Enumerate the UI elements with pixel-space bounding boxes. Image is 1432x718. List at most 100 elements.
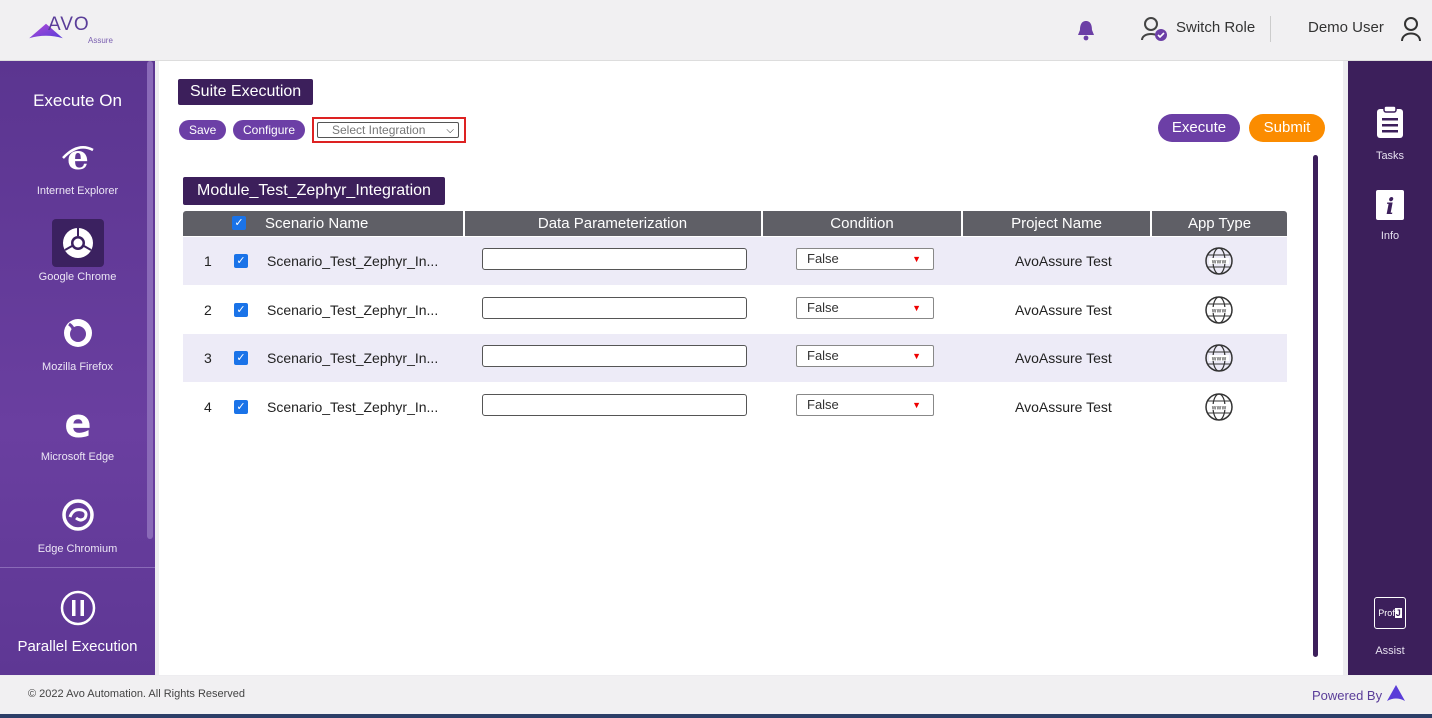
- browser-microsoft-edge[interactable]: e Microsoft Edge: [0, 399, 155, 463]
- submit-button[interactable]: Submit: [1249, 114, 1325, 142]
- table-row: 2 ✓ Scenario_Test_Zephyr_In... False ▼ A…: [183, 286, 1287, 334]
- svg-text:www: www: [1212, 356, 1227, 363]
- table-row: 4 ✓ Scenario_Test_Zephyr_In... False ▼ A…: [183, 383, 1287, 431]
- browser-internet-explorer[interactable]: e Internet Explorer: [0, 133, 155, 197]
- web-globe-icon: www: [1205, 344, 1233, 372]
- module-name: Module_Test_Zephyr_Integration: [183, 177, 445, 205]
- dropdown-arrow-icon: ▼: [912, 400, 921, 410]
- logo-subtext: Assure: [88, 36, 113, 45]
- column-header-scenario: Scenario Name: [265, 215, 369, 232]
- logo-text: AVO: [48, 14, 90, 35]
- internet-explorer-icon: e: [52, 133, 104, 181]
- execute-on-title: Execute On: [33, 91, 122, 110]
- condition-select[interactable]: False ▼: [796, 345, 934, 367]
- edge-icon: e: [52, 399, 104, 447]
- dropdown-arrow-icon: ▼: [912, 351, 921, 361]
- parallel-execution-label: Parallel Execution: [17, 638, 138, 655]
- row-number: 1: [204, 253, 212, 269]
- browser-label: Microsoft Edge: [40, 451, 115, 463]
- column-header-app-type: App Type: [1187, 215, 1252, 232]
- svg-text:e: e: [67, 138, 89, 176]
- save-button[interactable]: Save: [179, 120, 227, 140]
- row-checkbox[interactable]: ✓: [234, 351, 248, 365]
- row-number: 2: [204, 302, 212, 318]
- browser-label: Edge Chromium: [37, 543, 118, 555]
- powered-by-text: Powered By: [1312, 688, 1383, 703]
- switch-role-icon[interactable]: [1140, 16, 1168, 42]
- right-sidebar: Tasks i Info ProfJ Assist: [1348, 61, 1432, 675]
- top-header: AVO Assure Switch Role Demo User: [0, 0, 1432, 61]
- web-globe-icon: www: [1205, 247, 1233, 275]
- project-name: AvoAssure Test: [1015, 350, 1112, 366]
- main-panel: Suite Execution Save Configure Select In…: [159, 61, 1343, 675]
- chevron-down-icon: ⌵: [446, 125, 454, 136]
- browser-label: Mozilla Firefox: [42, 361, 113, 373]
- svg-text:www: www: [1212, 308, 1227, 315]
- dropdown-arrow-icon: ▼: [912, 254, 921, 264]
- copyright-text: © 2022 Avo Automation. All Rights Reserv…: [28, 688, 246, 700]
- sidebar-divider: [0, 567, 155, 568]
- assist-button[interactable]: ProfJ Assist: [1348, 597, 1432, 657]
- integration-highlight: Select Integration ⌵: [312, 117, 466, 143]
- integration-placeholder: Select Integration: [332, 123, 426, 137]
- browser-label: Internet Explorer: [36, 185, 119, 197]
- avo-logo-small-icon: [1387, 685, 1405, 701]
- user-name[interactable]: Demo User: [1308, 19, 1384, 36]
- data-param-input[interactable]: [482, 345, 747, 367]
- scenario-name[interactable]: Scenario_Test_Zephyr_In...: [267, 334, 438, 382]
- chrome-icon: [51, 219, 104, 267]
- column-header-project: Project Name: [963, 211, 1152, 236]
- row-number: 3: [204, 350, 212, 366]
- content-scrollbar[interactable]: [1313, 155, 1318, 657]
- info-button[interactable]: i Info: [1348, 189, 1432, 242]
- row-checkbox[interactable]: ✓: [234, 303, 248, 317]
- pause-circle-icon: [60, 590, 95, 626]
- table-row: 1 ✓ Scenario_Test_Zephyr_In... False ▼ A…: [183, 237, 1287, 285]
- condition-select[interactable]: False ▼: [796, 248, 934, 270]
- condition-value: False: [807, 397, 839, 412]
- data-param-input[interactable]: [482, 394, 747, 416]
- info-label: Info: [1380, 230, 1400, 242]
- switch-role-button[interactable]: Switch Role: [1176, 19, 1255, 36]
- tasks-button[interactable]: Tasks: [1348, 105, 1432, 162]
- edge-chromium-icon: [52, 491, 104, 539]
- condition-value: False: [807, 251, 839, 266]
- prof-j-icon: ProfJ: [1374, 597, 1406, 629]
- svg-text:www: www: [1212, 405, 1227, 412]
- row-number: 4: [204, 399, 212, 415]
- info-icon: i: [1376, 190, 1404, 220]
- select-integration-dropdown[interactable]: Select Integration ⌵: [317, 122, 459, 138]
- column-header: Scenario Name: [183, 211, 465, 236]
- browser-mozilla-firefox[interactable]: Mozilla Firefox: [0, 309, 155, 373]
- parallel-execution-button[interactable]: [0, 589, 155, 632]
- project-name: AvoAssure Test: [1015, 253, 1112, 269]
- assist-badge-text: Prof: [1378, 608, 1395, 618]
- notification-bell-icon[interactable]: [1076, 19, 1096, 41]
- page-title: Suite Execution: [178, 79, 314, 105]
- user-profile-icon[interactable]: [1400, 16, 1422, 42]
- svg-text:i: i: [1386, 194, 1394, 220]
- row-checkbox[interactable]: ✓: [234, 254, 248, 268]
- assist-label: Assist: [1375, 645, 1405, 657]
- scenario-name[interactable]: Scenario_Test_Zephyr_In...: [267, 383, 438, 431]
- header-divider: [1270, 16, 1271, 42]
- configure-button[interactable]: Configure: [233, 120, 306, 140]
- browser-label: Google Chrome: [38, 271, 117, 283]
- table-header: ✓ Scenario Name Data Parameterization Co…: [183, 211, 1287, 236]
- scenario-name[interactable]: Scenario_Test_Zephyr_In...: [267, 286, 438, 334]
- data-param-input[interactable]: [482, 248, 747, 270]
- row-checkbox[interactable]: ✓: [234, 400, 248, 414]
- column-header-data-param: Data Parameterization: [464, 211, 763, 236]
- condition-value: False: [807, 300, 839, 315]
- browser-edge-chromium[interactable]: Edge Chromium: [0, 491, 155, 555]
- execute-button[interactable]: Execute: [1158, 114, 1240, 142]
- web-globe-icon: www: [1205, 393, 1233, 421]
- scenario-name[interactable]: Scenario_Test_Zephyr_In...: [267, 237, 438, 285]
- sidebar-scrollbar[interactable]: [147, 61, 153, 539]
- condition-select[interactable]: False ▼: [796, 394, 934, 416]
- project-name: AvoAssure Test: [1015, 302, 1112, 318]
- condition-select[interactable]: False ▼: [796, 297, 934, 319]
- firefox-icon: [52, 309, 104, 357]
- data-param-input[interactable]: [482, 297, 747, 319]
- browser-google-chrome[interactable]: Google Chrome: [0, 219, 155, 283]
